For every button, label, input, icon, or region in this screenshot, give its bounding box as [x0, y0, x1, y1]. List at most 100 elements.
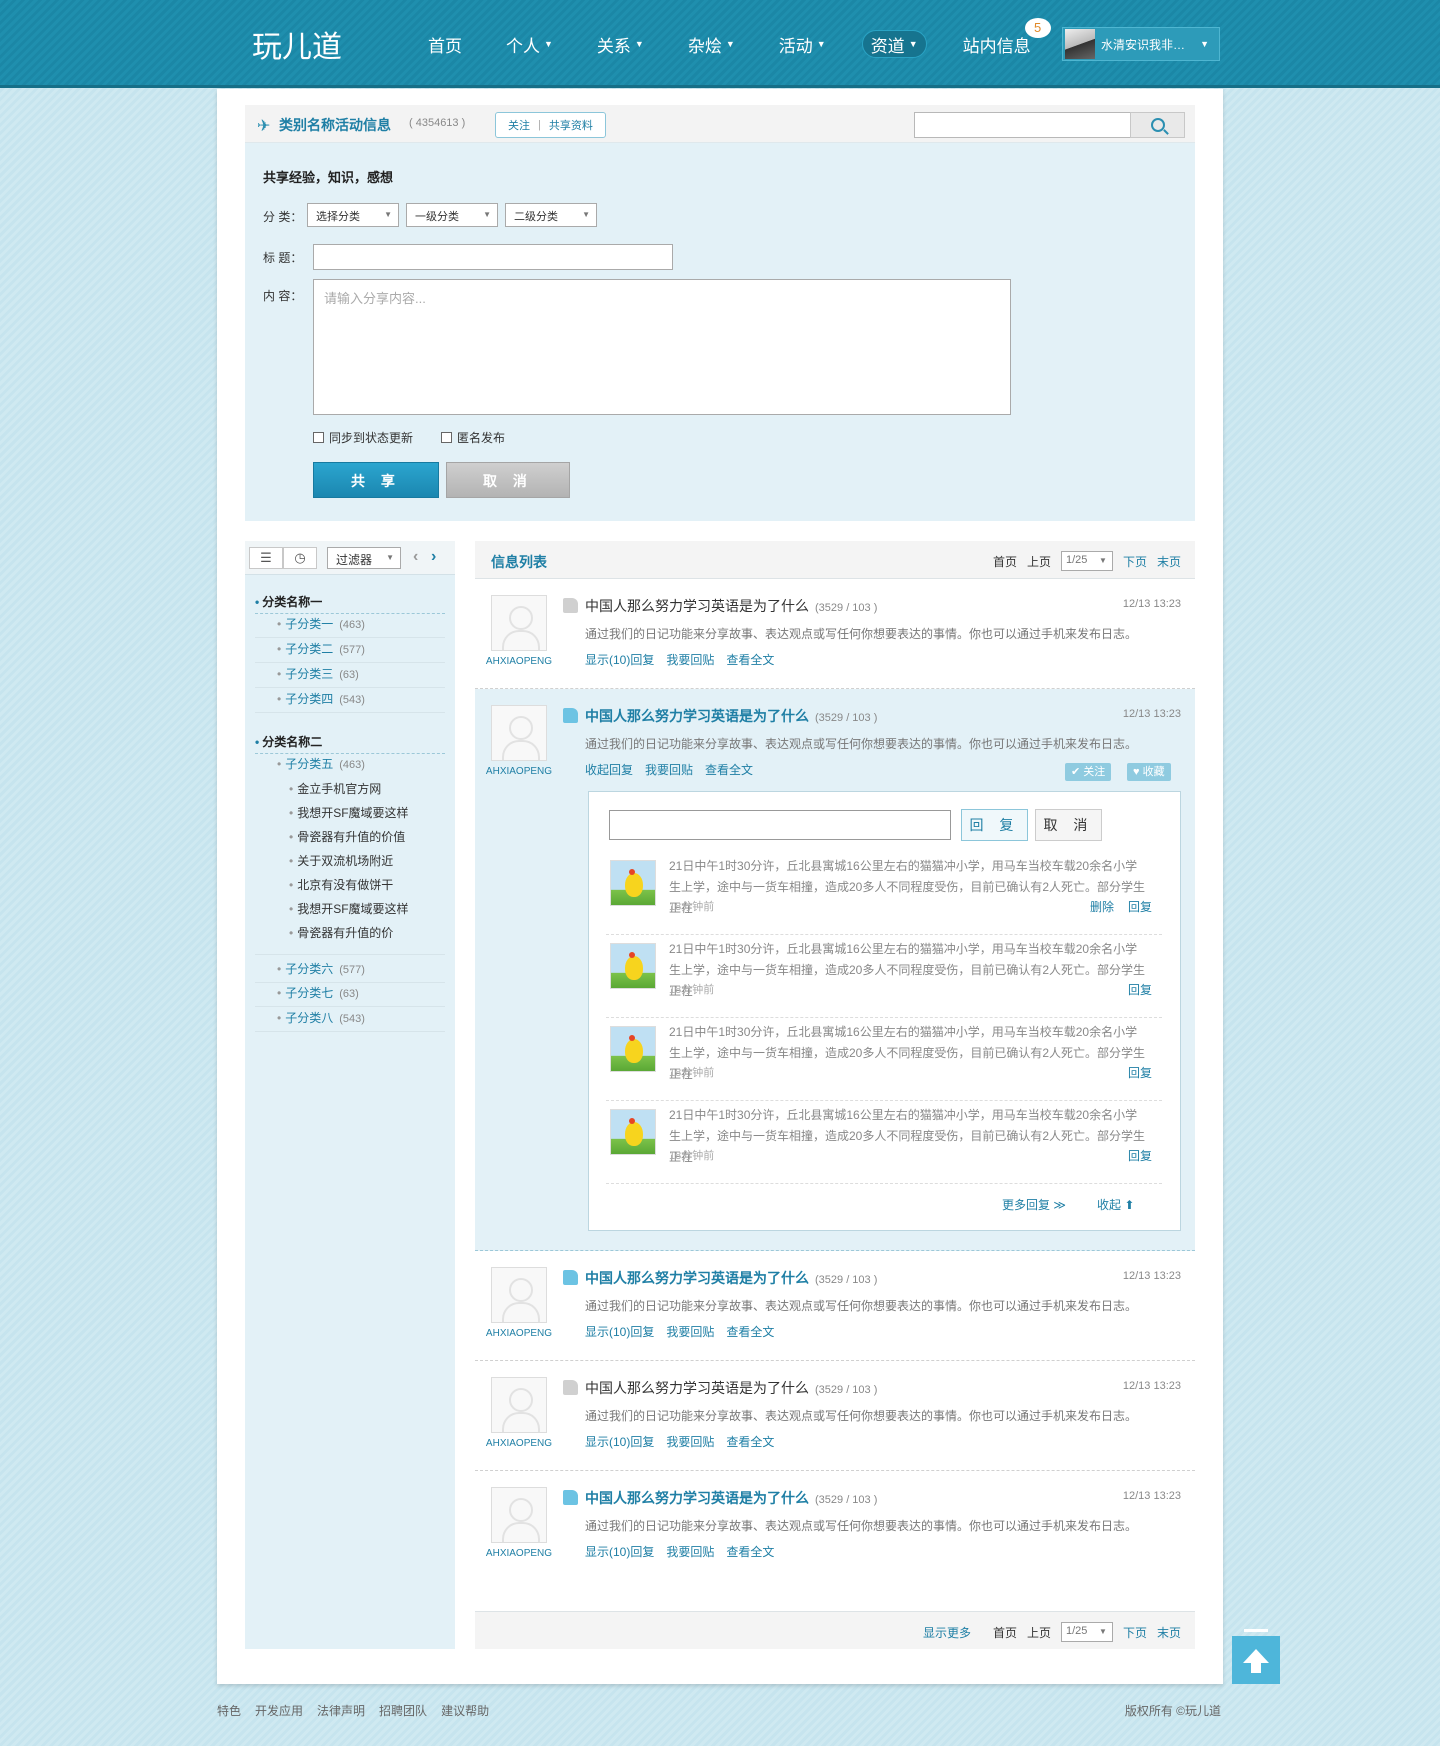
footer-link[interactable]: 招聘团队 — [379, 1702, 427, 1719]
post-title[interactable]: 中国人那么努力学习英语是为了什么 (3529 / 103 ) — [585, 1268, 877, 1288]
post-username[interactable]: AHXIAOPENG — [483, 656, 555, 667]
user-avatar[interactable] — [491, 705, 547, 761]
next-page-link[interactable]: 下页 — [1123, 553, 1147, 570]
leaf-item[interactable]: 我想开SF魔域要这样 — [289, 804, 408, 821]
reply-avatar[interactable] — [610, 1109, 656, 1155]
reply-submit-button[interactable]: 回 复 — [961, 809, 1028, 841]
reply-post-link[interactable]: 我要回贴 — [645, 761, 693, 778]
footer-link[interactable]: 开发应用 — [255, 1702, 303, 1719]
post-title[interactable]: 中国人那么努力学习英语是为了什么 (3529 / 103 ) — [585, 1488, 877, 1508]
subcategory-item[interactable]: 子分类七(63) — [255, 984, 445, 1007]
nav-activity[interactable]: 活动 ▼ — [771, 30, 834, 58]
nav-messages[interactable]: 站内信息 5 — [955, 18, 1051, 58]
back-to-top-button[interactable] — [1232, 1629, 1280, 1684]
more-replies-link[interactable]: 更多回复 ≫ — [1002, 1196, 1066, 1213]
reply-post-link[interactable]: 我要回贴 — [666, 1433, 714, 1450]
show-more-link[interactable]: 显示更多 — [923, 1624, 971, 1641]
leaf-item[interactable]: 骨瓷器有升值的价 — [289, 924, 393, 941]
footer-link[interactable]: 特色 — [217, 1702, 241, 1719]
anonymous-checkbox[interactable]: 匿名发布 — [441, 429, 505, 446]
post-username[interactable]: AHXIAOPENG — [483, 766, 555, 777]
title-input[interactable] — [313, 244, 673, 270]
view-full-link[interactable]: 查看全文 — [726, 1323, 774, 1340]
prev-page-link[interactable]: 上页 — [1027, 1624, 1051, 1641]
search-input[interactable] — [914, 112, 1132, 138]
reply-post-link[interactable]: 我要回贴 — [666, 651, 714, 668]
post-title[interactable]: 中国人那么努力学习英语是为了什么 (3529 / 103 ) — [585, 1378, 877, 1398]
subcategory-item[interactable]: 子分类三(63) — [255, 665, 445, 688]
category-2[interactable]: 分类名称二 — [255, 733, 445, 754]
subcategory-item[interactable]: 子分类四(543) — [255, 690, 445, 713]
subcategory-item[interactable]: 子分类五(463) — [255, 755, 445, 777]
collapse-link[interactable]: 收起 ⬆ — [1097, 1196, 1134, 1213]
reply-input[interactable] — [609, 810, 951, 840]
page-select[interactable]: 1/25 ▼ — [1060, 551, 1113, 571]
user-avatar[interactable] — [491, 1267, 547, 1323]
reply-avatar[interactable] — [610, 1026, 656, 1072]
time-view-button[interactable]: ◷ — [283, 547, 317, 569]
footer-link[interactable]: 法律声明 — [317, 1702, 365, 1719]
first-page-link[interactable]: 首页 — [993, 1624, 1017, 1641]
collect-button[interactable]: ♥ 收藏 — [1127, 763, 1171, 781]
reply-avatar[interactable] — [610, 860, 656, 906]
leaf-item[interactable]: 骨瓷器有升值的价值 — [289, 828, 405, 845]
reply-post-link[interactable]: 我要回贴 — [666, 1323, 714, 1340]
share-button[interactable]: 共 享 — [313, 462, 439, 498]
level2-select[interactable]: 二级分类 ▼ — [505, 203, 597, 227]
next-page-link[interactable]: 下页 — [1123, 1624, 1147, 1641]
category-1[interactable]: 分类名称一 — [255, 593, 445, 614]
view-full-link[interactable]: 查看全文 — [726, 651, 774, 668]
page-select[interactable]: 1/25 ▼ — [1060, 1622, 1113, 1642]
sync-status-checkbox[interactable]: 同步到状态更新 — [313, 429, 413, 446]
post-username[interactable]: AHXIAOPENG — [483, 1328, 555, 1339]
category-select[interactable]: 选择分类 ▼ — [307, 203, 399, 227]
subcategory-item[interactable]: 子分类六(577) — [255, 954, 445, 983]
tab-shared-profile[interactable]: 共享资料 — [549, 117, 593, 133]
show-replies-link[interactable]: 显示(10)回复 — [585, 651, 654, 668]
search-button[interactable] — [1130, 112, 1185, 138]
cancel-button[interactable]: 取 消 — [446, 462, 570, 498]
nav-personal[interactable]: 个人 ▼ — [498, 30, 561, 58]
follow-button[interactable]: ✔ 关注 — [1065, 763, 1112, 781]
reply-cancel-button[interactable]: 取 消 — [1035, 809, 1102, 841]
view-full-link[interactable]: 查看全文 — [705, 761, 753, 778]
collapse-replies-link[interactable]: 收起回复 — [585, 761, 633, 778]
leaf-item[interactable]: 我想开SF魔域要这样 — [289, 900, 408, 917]
reply-post-link[interactable]: 我要回贴 — [666, 1543, 714, 1560]
subcategory-item[interactable]: 子分类一(463) — [255, 615, 445, 638]
leaf-item[interactable]: 北京有没有做饼干 — [289, 876, 393, 893]
first-page-link[interactable]: 首页 — [993, 553, 1017, 570]
show-replies-link[interactable]: 显示(10)回复 — [585, 1433, 654, 1450]
footer-link[interactable]: 建议帮助 — [441, 1702, 489, 1719]
show-replies-link[interactable]: 显示(10)回复 — [585, 1323, 654, 1340]
reply-to-reply-link[interactable]: 回复 — [1128, 1149, 1152, 1163]
post-username[interactable]: AHXIAOPENG — [483, 1438, 555, 1449]
last-page-link[interactable]: 末页 — [1157, 1624, 1181, 1641]
reply-avatar[interactable] — [610, 943, 656, 989]
nav-home[interactable]: 首页 — [420, 30, 470, 58]
reply-to-reply-link[interactable]: 回复 — [1128, 983, 1152, 997]
user-avatar[interactable] — [491, 1377, 547, 1433]
level1-select[interactable]: 一级分类 ▼ — [406, 203, 498, 227]
content-textarea[interactable]: 请输入分享内容... — [313, 279, 1011, 415]
subcategory-item[interactable]: 子分类八(543) — [255, 1009, 445, 1032]
list-view-button[interactable]: ☰ — [249, 547, 283, 569]
post-title[interactable]: 中国人那么努力学习英语是为了什么 (3529 / 103 ) — [585, 706, 877, 726]
post-title[interactable]: 中国人那么努力学习英语是为了什么 (3529 / 103 ) — [585, 596, 877, 616]
site-logo[interactable]: 玩儿道 — [252, 22, 342, 66]
show-replies-link[interactable]: 显示(10)回复 — [585, 1543, 654, 1560]
reply-to-reply-link[interactable]: 回复 — [1128, 900, 1152, 914]
delete-reply-link[interactable]: 删除 — [1090, 900, 1114, 914]
leaf-item[interactable]: 关于双流机场附近 — [289, 852, 393, 869]
subcategory-item[interactable]: 子分类二(577) — [255, 640, 445, 663]
reply-to-reply-link[interactable]: 回复 — [1128, 1066, 1152, 1080]
view-full-link[interactable]: 查看全文 — [726, 1433, 774, 1450]
next-arrow-icon[interactable]: › — [431, 548, 436, 566]
nav-misc[interactable]: 杂烩 ▼ — [680, 30, 743, 58]
tab-follow[interactable]: 关注 — [508, 117, 530, 133]
filter-select[interactable]: 过滤器 ▼ — [327, 547, 401, 569]
leaf-item[interactable]: 金立手机官方网 — [289, 780, 381, 797]
last-page-link[interactable]: 末页 — [1157, 553, 1181, 570]
prev-page-link[interactable]: 上页 — [1027, 553, 1051, 570]
prev-arrow-icon[interactable]: ‹ — [413, 548, 418, 566]
